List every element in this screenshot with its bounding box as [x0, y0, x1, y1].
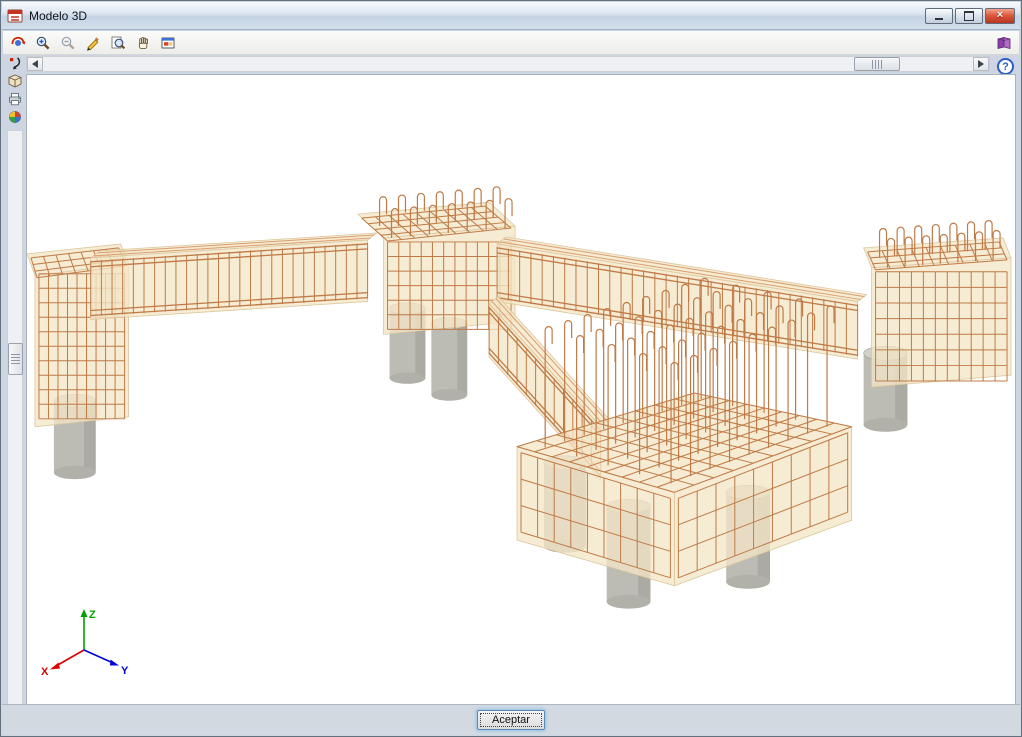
zoom-in-icon: [36, 36, 50, 49]
scroll-left-button[interactable]: [27, 57, 43, 71]
maximize-button[interactable]: [955, 7, 983, 24]
zoom-extents-button[interactable]: [109, 34, 127, 52]
modelo-3d-window: Modelo 3D × ? Z X Y Aceptar: [0, 0, 1022, 737]
vertical-scrollbar-thumb[interactable]: [8, 343, 23, 375]
views-button[interactable]: [995, 34, 1013, 52]
solid-view-button[interactable]: [7, 73, 23, 89]
print-icon: [9, 93, 21, 106]
window-view-button[interactable]: [159, 34, 177, 52]
titlebar[interactable]: Modelo 3D ×: [2, 2, 1020, 30]
app-icon: [7, 9, 23, 22]
rotate-view-icon: [11, 36, 26, 46]
print-button[interactable]: [7, 91, 23, 107]
scrollbar-grip: [11, 354, 20, 364]
horizontal-scrollbar[interactable]: [26, 56, 990, 72]
minimize-button[interactable]: [925, 7, 953, 24]
window-view-icon: [161, 37, 175, 48]
main-area: ? Z X Y: [6, 56, 1016, 705]
window-title: Modelo 3D: [29, 8, 88, 23]
zoom-out-icon: [61, 36, 75, 49]
minimize-icon: [935, 18, 943, 20]
left-toolbar: [6, 54, 24, 705]
zoom-in-button[interactable]: [34, 34, 52, 52]
pan-icon: [138, 36, 148, 49]
axis-indicator: Z X Y: [41, 609, 129, 678]
pile: [431, 317, 468, 401]
axis-x-label: X: [41, 666, 49, 678]
accept-button[interactable]: Aceptar: [477, 710, 545, 730]
footer-bar: Aceptar: [2, 704, 1020, 735]
arrow-left-icon: [32, 60, 38, 68]
scene-3d: [27, 186, 1012, 609]
measure-button[interactable]: [84, 34, 102, 52]
previous-view-icon: [10, 57, 21, 70]
zoom-out-button[interactable]: [59, 34, 77, 52]
previous-view-button[interactable]: [7, 55, 23, 71]
scrollbar-grip: [871, 59, 883, 69]
pan-button[interactable]: [134, 34, 152, 52]
viewport-3d[interactable]: Z X Y: [26, 74, 1016, 705]
render-view-icon: [9, 111, 21, 123]
help-button[interactable]: ?: [997, 58, 1014, 75]
rotate-view-button[interactable]: [9, 34, 27, 52]
close-button[interactable]: ×: [985, 7, 1015, 24]
horizontal-scrollbar-thumb[interactable]: [854, 57, 901, 71]
render-view-button[interactable]: [7, 109, 23, 125]
toolbar: [3, 31, 1019, 55]
zoom-extents-icon: [111, 36, 126, 49]
axis-y-label: Y: [121, 665, 129, 677]
scroll-right-button[interactable]: [973, 57, 989, 71]
close-icon: ×: [996, 9, 1004, 21]
maximize-icon: [964, 10, 974, 21]
measure-icon: [87, 36, 99, 51]
help-icon: ?: [1002, 60, 1009, 73]
arrow-right-icon: [978, 60, 984, 68]
views-icon: [997, 36, 1011, 49]
vertical-scrollbar[interactable]: [7, 130, 23, 705]
solid-view-icon: [8, 74, 22, 88]
axis-z-label: Z: [89, 609, 96, 621]
